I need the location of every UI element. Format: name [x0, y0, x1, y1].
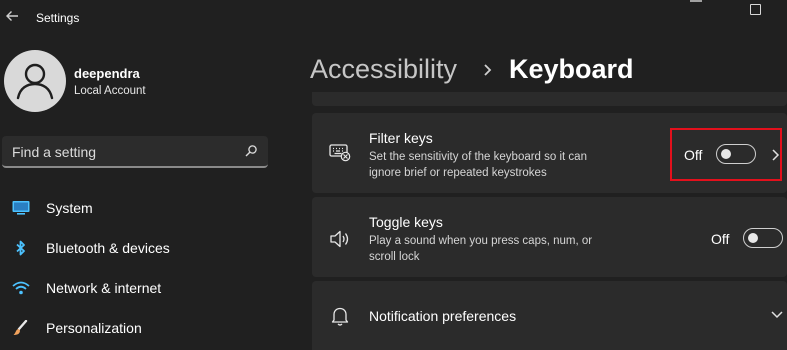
maximize-icon[interactable]	[750, 4, 761, 15]
sidebar-item-label: Bluetooth & devices	[46, 240, 170, 256]
search-icon[interactable]	[244, 144, 258, 158]
brush-icon	[13, 320, 28, 335]
user-name: deependra	[74, 66, 140, 81]
minimize-icon[interactable]	[690, 0, 704, 10]
sidebar-item-network[interactable]: Network & internet	[0, 270, 280, 306]
sidebar-item-label: System	[46, 200, 93, 216]
highlight-box	[670, 128, 782, 181]
toggle-keys-toggle[interactable]	[743, 228, 783, 248]
toggle-keys-card: Toggle keys Play a sound when you press …	[312, 197, 787, 277]
title-bar: Settings	[0, 0, 787, 38]
wifi-icon	[12, 281, 30, 295]
chevron-down-icon[interactable]	[770, 309, 784, 319]
toggle-keys-description: Play a sound when you press caps, num, o…	[369, 235, 593, 263]
notification-preferences-card[interactable]: Notification preferences	[312, 281, 787, 350]
monitor-icon	[12, 201, 30, 215]
previous-setting-card	[312, 92, 787, 106]
bell-icon	[331, 307, 349, 326]
notification-preferences-title: Notification preferences	[369, 308, 517, 324]
bluetooth-icon	[16, 240, 25, 256]
back-arrow-icon[interactable]	[4, 8, 20, 24]
filter-keys-description: Set the sensitivity of the keyboard so i…	[369, 151, 587, 179]
account-type: Local Account	[74, 85, 146, 97]
toggle-keys-state-label: Off	[711, 231, 730, 247]
sidebar-item-personalization[interactable]: Personalization	[0, 310, 280, 346]
toggle-keys-title: Toggle keys	[369, 214, 443, 230]
search-input[interactable]	[12, 144, 232, 160]
page-title: Keyboard	[509, 54, 634, 84]
avatar[interactable]	[4, 50, 66, 112]
search-box[interactable]	[2, 136, 268, 168]
chevron-right-icon	[484, 64, 492, 76]
sidebar-item-label: Network & internet	[46, 280, 162, 296]
app-title: Settings	[36, 11, 80, 25]
person-icon	[16, 63, 54, 100]
sidebar-item-bluetooth[interactable]: Bluetooth & devices	[0, 230, 280, 266]
speaker-icon	[330, 230, 349, 248]
sidebar-item-system[interactable]: System	[0, 190, 280, 226]
filter-keys-title: Filter keys	[369, 130, 433, 146]
keyboard-filter-icon	[329, 144, 351, 162]
sidebar-item-label: Personalization	[46, 320, 142, 336]
breadcrumb-parent[interactable]: Accessibility	[310, 54, 457, 85]
toggle-knob	[748, 232, 758, 243]
